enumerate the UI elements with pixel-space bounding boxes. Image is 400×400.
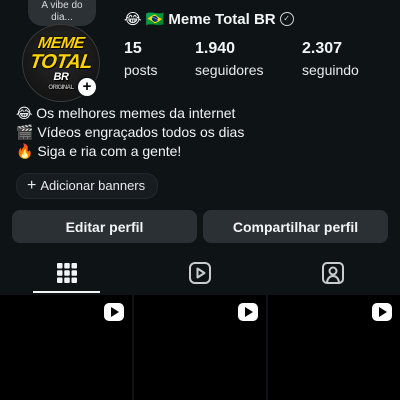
grid-post[interactable]: [268, 295, 400, 400]
tab-tagged[interactable]: [266, 252, 399, 294]
profile-name-emoji: 😂 🇧🇷: [124, 11, 165, 28]
stat-followers[interactable]: 1.940 seguidores: [195, 40, 264, 79]
add-banners-label: Adicionar banners: [40, 178, 146, 193]
followers-count: 1.940: [195, 40, 236, 57]
tab-reels[interactable]: [133, 252, 266, 294]
posts-grid: [0, 295, 400, 400]
note-bubble[interactable]: A vibe do dia...: [28, 0, 96, 26]
note-text-line1: A vibe do: [41, 0, 83, 11]
add-story-plus-icon[interactable]: +: [76, 76, 98, 98]
profile-bio: 😂 Os melhores memes da internet 🎬 Vídeos…: [16, 104, 244, 161]
add-banners-button[interactable]: + Adicionar banners: [16, 173, 159, 199]
grid-icon: [56, 263, 77, 283]
edit-profile-button[interactable]: Editar perfil: [12, 210, 197, 243]
grid-post[interactable]: [0, 295, 132, 400]
following-label: seguindo: [302, 62, 359, 78]
verified-icon: ✓: [279, 12, 294, 26]
note-text-line2: dia...: [51, 12, 73, 23]
stat-following[interactable]: 2.307 seguindo: [302, 40, 359, 79]
stat-posts[interactable]: 15 posts: [124, 40, 157, 79]
profile-name: 😂 🇧🇷 Meme Total BR ✓: [124, 10, 294, 28]
followers-label: seguidores: [195, 62, 264, 78]
posts-count: 15: [124, 40, 142, 57]
tagged-icon: [321, 262, 344, 284]
bio-line: 🔥 Siga e ria com a gente!: [16, 143, 182, 159]
play-icon: [104, 303, 124, 321]
bio-line: 🎬 Vídeos engraçados todos os dias: [16, 124, 245, 140]
profile-name-text: Meme Total BR: [168, 10, 276, 28]
tab-posts-grid[interactable]: [0, 252, 133, 294]
play-icon: [238, 303, 258, 321]
grid-post[interactable]: [134, 295, 266, 400]
reels-icon: [188, 262, 211, 284]
posts-label: posts: [124, 62, 158, 78]
bio-line: 😂 Os melhores memes da internet: [16, 105, 236, 121]
active-tab-indicator: [33, 291, 100, 293]
profile-avatar[interactable]: MEME TOTAL BR ORIGINAL +: [22, 24, 100, 102]
share-profile-button[interactable]: Compartilhar perfil: [203, 210, 388, 243]
play-icon: [372, 303, 392, 321]
following-count: 2.307: [302, 40, 343, 57]
plus-icon: +: [27, 177, 37, 194]
profile-tabs: [0, 252, 400, 294]
